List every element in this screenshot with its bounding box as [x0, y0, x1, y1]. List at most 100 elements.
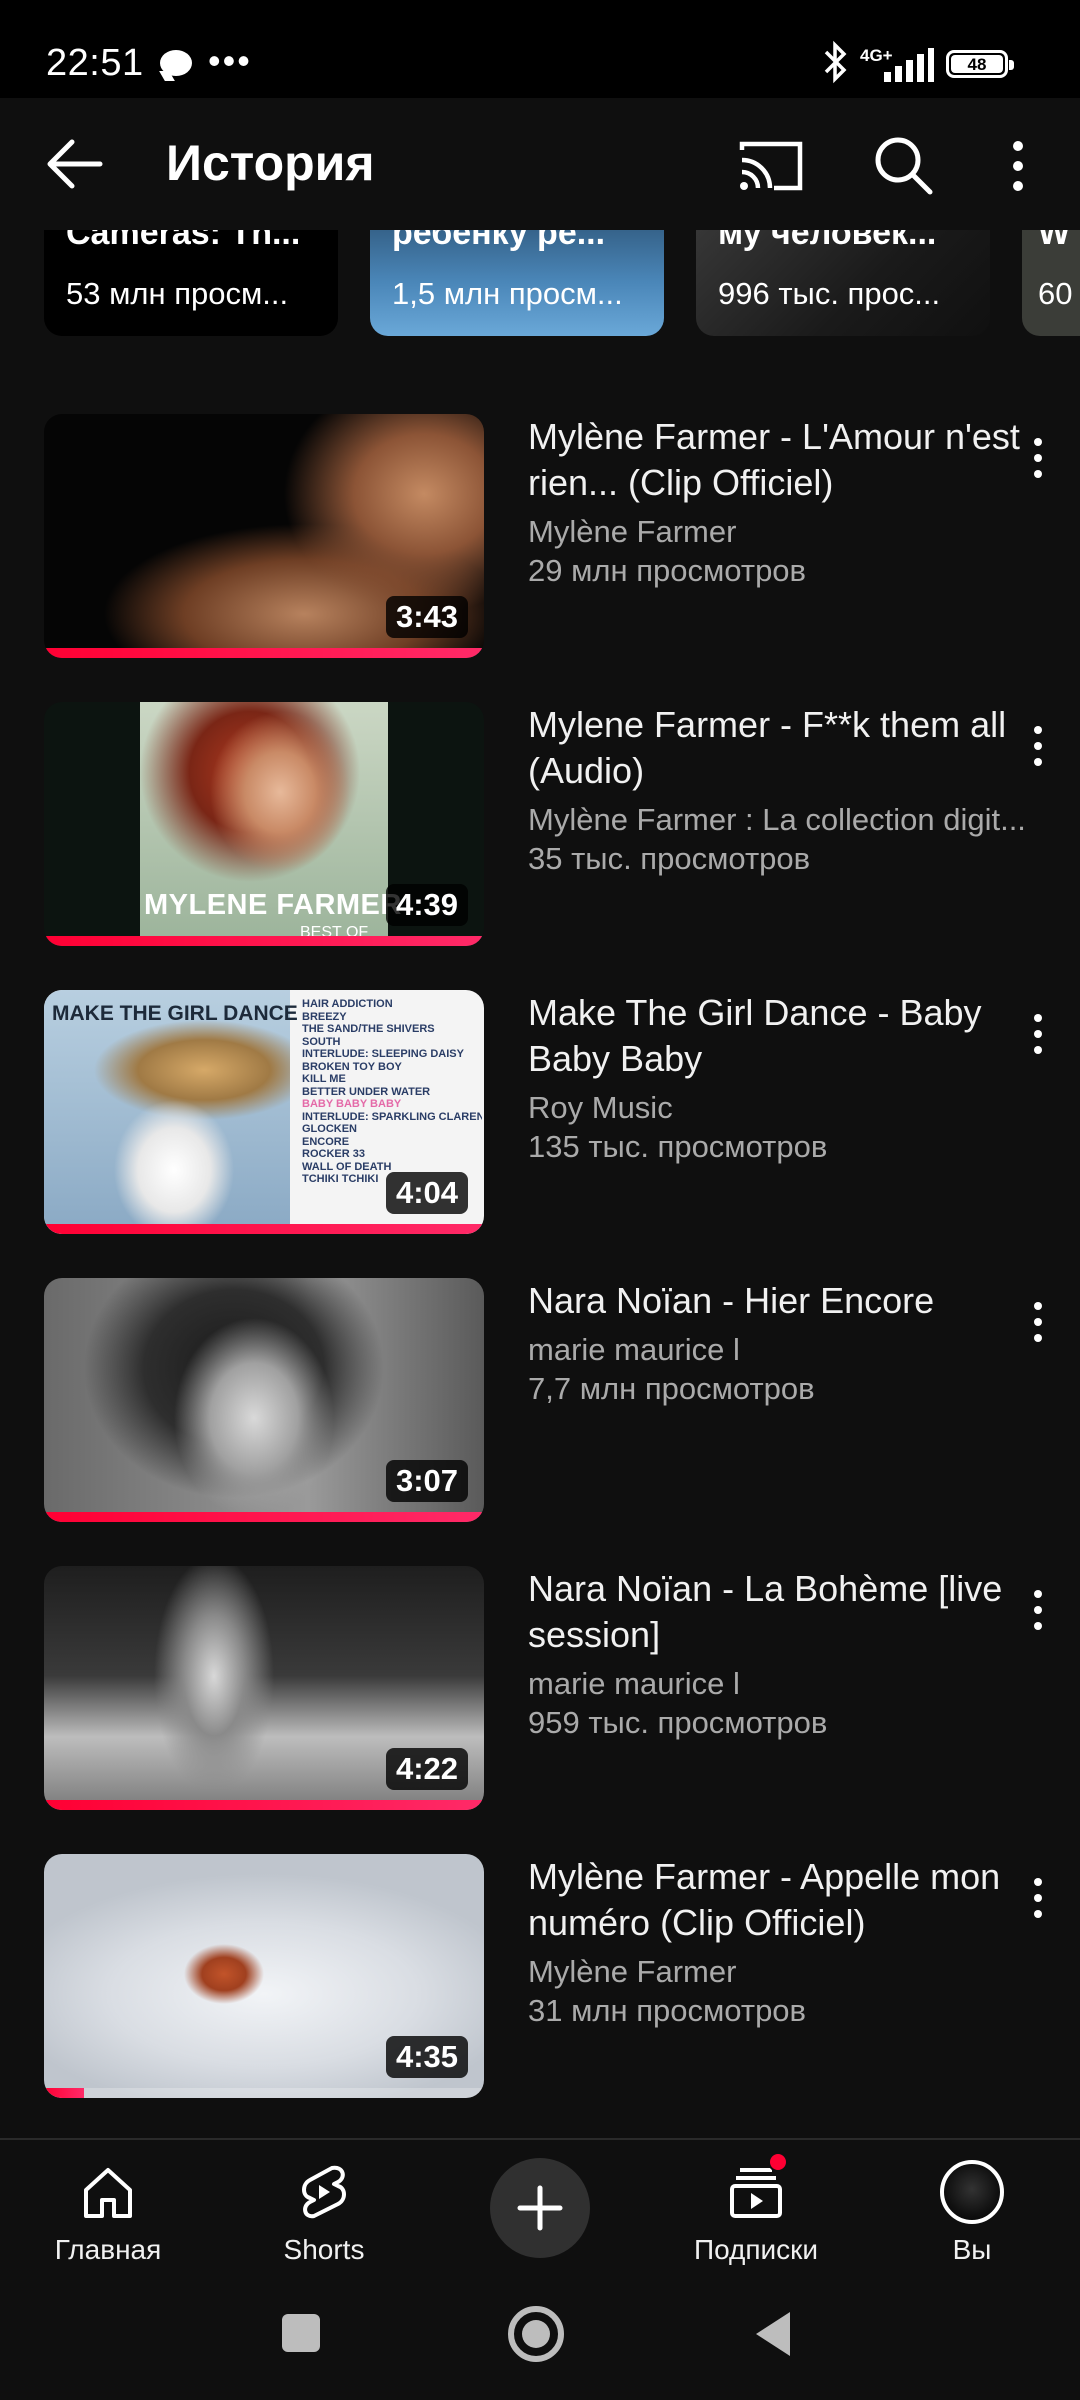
bottom-navigation: Главная Shorts Подписки Вы — [0, 2138, 1080, 2280]
nav-shorts[interactable]: Shorts — [234, 2150, 414, 2274]
page-title: История — [166, 135, 375, 191]
video-thumbnail[interactable]: 4:35 — [44, 1854, 484, 2098]
video-thumbnail[interactable]: MYLENE FARMER BEST OF 4:39 — [44, 702, 484, 946]
more-vert-icon[interactable] — [1018, 1580, 1058, 1640]
track-item: INTERLUDE: SLEEPING DAISY — [302, 1048, 464, 1060]
video-item[interactable]: MAKE THE GIRL DANCE HAIR ADDICTION BREEZ… — [44, 990, 1080, 1234]
nav-home-label: Главная — [54, 2234, 162, 2265]
more-vert-icon[interactable] — [998, 138, 1038, 194]
battery-level: 48 — [951, 55, 1003, 74]
more-vert-icon[interactable] — [1018, 1004, 1058, 1064]
video-views: 29 млн просмотров — [528, 553, 807, 588]
short-views: 1,5 млн просм... — [392, 276, 623, 311]
nav-shorts-label: Shorts — [283, 2234, 365, 2265]
video-views: 7,7 млн просмотров — [528, 1371, 815, 1406]
track-item: BETTER UNDER WATER — [302, 1085, 431, 1098]
status-time: 22:51 — [46, 42, 144, 84]
video-channel: Mylène Farmer — [528, 514, 737, 549]
watch-progress-fill — [44, 1224, 484, 1234]
video-channel: Mylène Farmer — [528, 1954, 737, 1989]
video-title[interactable]: Make The Girl Dance - Baby Baby Baby — [528, 990, 1048, 1082]
app-bar: История — [0, 98, 1080, 230]
album-cover: MYLENE FARMER BEST OF — [140, 702, 401, 946]
battery-icon: 48 — [946, 50, 1014, 78]
video-title[interactable]: Nara Noïan - La Bohème [live session] — [528, 1566, 1048, 1658]
video-thumbnail[interactable]: 4:22 — [44, 1566, 484, 1810]
video-title[interactable]: Mylène Farmer - L'Amour n'est rien... (C… — [528, 414, 1048, 506]
video-item[interactable]: 4:22 Nara Noïan - La Bohème [live sessio… — [44, 1566, 1080, 1810]
video-meta: Mylène Farmer - L'Amour n'est rien... (C… — [528, 414, 1048, 590]
video-meta: Make The Girl Dance - Baby Baby Baby Roy… — [528, 990, 1048, 1166]
watch-progress-fill — [44, 936, 484, 946]
search-icon[interactable] — [872, 134, 934, 196]
bluetooth-icon — [824, 40, 847, 84]
back-arrow-icon[interactable] — [40, 132, 110, 196]
status-bar: 22:51 ••• 4G+ 48 — [0, 0, 1080, 98]
video-channel: marie maurice l — [528, 1332, 740, 1367]
nav-subscriptions[interactable]: Подписки — [666, 2150, 846, 2274]
video-title[interactable]: Mylène Farmer - Appelle mon numéro (Clip… — [528, 1854, 1048, 1946]
watch-progress-bar — [44, 1512, 484, 1522]
recent-apps-icon[interactable] — [282, 2314, 320, 2352]
album-cover: MAKE THE GIRL DANCE — [44, 990, 298, 1234]
nav-you[interactable]: Вы — [882, 2150, 1062, 2274]
shorts-icon — [302, 2165, 346, 2219]
video-views: 959 тыс. просмотров — [528, 1705, 828, 1740]
track-item: GLOCKEN — [302, 1123, 357, 1135]
video-duration: 3:07 — [385, 1460, 468, 1502]
nav-home[interactable]: Главная — [18, 2150, 198, 2274]
cast-icon[interactable] — [738, 138, 804, 194]
watch-progress-bar — [44, 936, 484, 946]
watch-progress-fill — [44, 1800, 484, 1810]
nav-you-label: Вы — [952, 2234, 992, 2265]
video-meta: Nara Noïan - Hier Encore marie maurice l… — [528, 1278, 1048, 1408]
video-item[interactable]: 3:43 Mylène Farmer - L'Amour n'est rien.… — [44, 414, 1080, 658]
video-meta: Nara Noïan - La Bohème [live session] ma… — [528, 1566, 1048, 1742]
track-item: BREEZY — [302, 1010, 347, 1023]
track-item: BROKEN TOY BOY — [302, 1060, 402, 1073]
watch-progress-fill — [44, 1512, 484, 1522]
signal-icon — [884, 48, 934, 82]
video-item[interactable]: MYLENE FARMER BEST OF 4:39 Mylene Farmer… — [44, 702, 1080, 946]
video-thumbnail[interactable]: 3:43 — [44, 414, 484, 658]
video-title[interactable]: Mylene Farmer - F**k them all (Audio) — [528, 702, 1048, 794]
more-vert-icon[interactable] — [1018, 716, 1058, 776]
track-item: KILL ME — [302, 1073, 346, 1085]
short-views: 53 млн просм... — [66, 276, 289, 311]
watch-progress-bar — [44, 1800, 484, 1810]
track-item: ROCKER 33 — [302, 1148, 365, 1160]
track-item: SOUTH — [302, 1035, 341, 1048]
video-channel: Mylène Farmer : La collection digit... — [528, 802, 1026, 837]
short-views: 996 тыс. прос... — [718, 276, 941, 311]
video-channel: marie maurice l — [528, 1666, 740, 1701]
short-views: 60 — [1038, 276, 1073, 311]
video-views: 135 тыс. просмотров — [528, 1129, 828, 1164]
more-vert-icon[interactable] — [1018, 1868, 1058, 1928]
watch-progress-bar — [44, 2088, 484, 2098]
track-item: HAIR ADDICTION — [302, 998, 393, 1010]
watch-progress-bar — [44, 1224, 484, 1234]
back-triangle-icon[interactable] — [752, 2310, 792, 2358]
home-icon — [84, 2168, 132, 2218]
album-title: MAKE THE GIRL DANCE — [52, 1002, 298, 1025]
watch-progress-bar — [44, 648, 484, 658]
video-title[interactable]: Nara Noïan - Hier Encore — [528, 1278, 1048, 1324]
track-item: THE SAND/THE SHIVERS — [302, 1023, 435, 1035]
video-item[interactable]: 3:07 Nara Noïan - Hier Encore marie maur… — [44, 1278, 1080, 1522]
video-duration: 4:35 — [385, 2036, 468, 2078]
more-vert-icon[interactable] — [1018, 428, 1058, 488]
more-notifications-icon: ••• — [208, 40, 252, 81]
video-thumbnail[interactable]: 3:07 — [44, 1278, 484, 1522]
video-item[interactable]: 4:35 Mylène Farmer - Appelle mon numéro … — [44, 1854, 1080, 2098]
chat-notification-icon — [160, 50, 192, 76]
video-meta: Mylene Farmer - F**k them all (Audio) My… — [528, 702, 1048, 878]
video-duration: 4:04 — [385, 1172, 468, 1214]
notification-dot — [768, 2152, 788, 2172]
video-thumbnail[interactable]: MAKE THE GIRL DANCE HAIR ADDICTION BREEZ… — [44, 990, 484, 1234]
video-duration: 4:39 — [385, 884, 468, 926]
video-channel: Roy Music — [528, 1090, 673, 1125]
nav-subscriptions-label: Подписки — [693, 2234, 819, 2265]
home-button-icon[interactable] — [508, 2306, 564, 2362]
create-button[interactable] — [490, 2158, 590, 2258]
more-vert-icon[interactable] — [1018, 1292, 1058, 1352]
